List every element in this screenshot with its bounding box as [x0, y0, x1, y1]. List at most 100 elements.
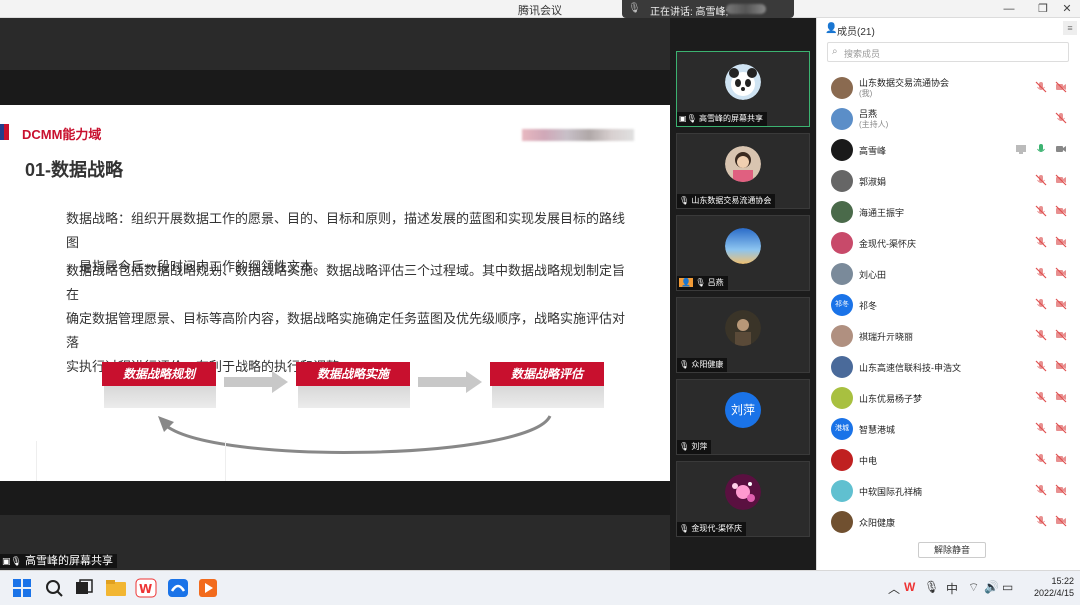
member-role: (我)	[859, 89, 873, 98]
camera-off-icon[interactable]	[1055, 329, 1067, 341]
screen-share-area[interactable]: DCMM能力域 01-数据战略 数据战略：组织开展数据工作的愿景、目的、目标和原…	[0, 18, 670, 570]
mic-muted-icon[interactable]	[1055, 112, 1067, 124]
restore-button[interactable]: ❐	[1034, 1, 1052, 17]
mic-muted-icon[interactable]	[1035, 205, 1047, 217]
tencent-meeting-icon[interactable]	[166, 577, 190, 599]
mic-muted-icon[interactable]	[1035, 484, 1047, 496]
member-row[interactable]: 港城 智慧港城	[817, 414, 1080, 444]
video-tile-caption: 👤 🎙 吕燕	[677, 276, 728, 290]
mic-on-icon[interactable]	[1035, 143, 1047, 155]
camera-off-icon[interactable]	[1055, 484, 1067, 496]
member-name: 山东数据交易流通协会	[859, 78, 950, 88]
member-row[interactable]: 海通王振宇	[817, 197, 1080, 227]
member-avatar: 祁冬	[831, 294, 853, 316]
video-column: ▣🎙 高雪峰的屏幕共享 🎙 山东数据交易流通协会 👤 🎙 吕燕 🎙 众阳健康 刘…	[670, 18, 816, 570]
mic-muted-icon[interactable]	[1035, 298, 1047, 310]
camera-off-icon[interactable]	[1055, 515, 1067, 527]
video-tile[interactable]: 👤 🎙 吕燕	[676, 215, 810, 291]
system-clock[interactable]: 15:22 2022/4/15	[1022, 575, 1074, 599]
mic-muted-icon[interactable]	[1035, 453, 1047, 465]
mic-muted-icon[interactable]	[1035, 391, 1047, 403]
mic-muted-icon[interactable]	[1035, 360, 1047, 372]
mic-muted-icon[interactable]	[1035, 81, 1047, 93]
file-explorer-icon[interactable]	[104, 577, 128, 599]
wifi-icon[interactable]: ⌔	[968, 580, 979, 595]
camera-off-icon[interactable]	[1055, 453, 1067, 465]
member-row[interactable]: 山东数据交易流通协会 (我)	[817, 73, 1080, 103]
camera-off-icon[interactable]	[1055, 205, 1067, 217]
video-tile[interactable]: 刘萍 🎙 刘萍	[676, 379, 810, 455]
camera-on-icon[interactable]	[1055, 143, 1067, 155]
battery-icon[interactable]: ▭	[1002, 580, 1013, 594]
slide-paragraph-2: 数据战略包括数据战略规划、数据战略实施、数据战略评估三个过程域。其中数据战略规划…	[66, 259, 626, 379]
mic-muted-icon[interactable]	[1035, 422, 1047, 434]
member-row[interactable]: 山东优易杨子梦	[817, 383, 1080, 413]
member-row[interactable]: 中电	[817, 445, 1080, 475]
tray-overflow-icon[interactable]: ︿	[888, 580, 900, 597]
flow-step-label: 数据战略评估	[490, 362, 604, 386]
flow-step-label: 数据战略实施	[296, 362, 410, 386]
task-view-icon[interactable]	[72, 577, 96, 599]
host-icon: 👤	[679, 278, 693, 287]
close-button[interactable]: ✕	[1058, 1, 1076, 17]
members-menu-button[interactable]: ≡	[1063, 21, 1077, 35]
unmute-button[interactable]: 解除静音	[918, 542, 986, 558]
start-icon[interactable]	[10, 577, 34, 599]
camera-off-icon[interactable]	[1055, 267, 1067, 279]
minimize-button[interactable]: —	[1000, 1, 1018, 17]
member-avatar	[831, 511, 853, 533]
camera-off-icon[interactable]	[1055, 81, 1067, 93]
child-photo-avatar	[725, 146, 761, 182]
member-row[interactable]: 祺瑞升亓晓丽	[817, 321, 1080, 351]
mic-muted-icon[interactable]	[1035, 329, 1047, 341]
video-player-icon[interactable]	[196, 577, 220, 599]
mic-muted-icon[interactable]	[1035, 236, 1047, 248]
member-row[interactable]: 金现代-渠怀庆	[817, 228, 1080, 258]
member-row[interactable]: 吕燕 (主持人)	[817, 104, 1080, 134]
video-tile[interactable]: 🎙 金现代-渠怀庆	[676, 461, 810, 537]
camera-off-icon[interactable]	[1055, 174, 1067, 186]
slide-text-line: 确定数据管理愿景、目标等高阶内容，数据战略实施确定任务蓝图及优先级顺序，战略实施…	[66, 311, 626, 350]
camera-off-icon[interactable]	[1055, 236, 1067, 248]
slide-title: 01-数据战略	[25, 160, 124, 180]
member-row[interactable]: 众阳健康	[817, 507, 1080, 537]
member-row[interactable]: 祁冬 祁冬	[817, 290, 1080, 320]
member-row[interactable]: 刘心田	[817, 259, 1080, 289]
camera-off-icon[interactable]	[1055, 360, 1067, 372]
mic-muted-icon[interactable]	[1035, 174, 1047, 186]
camera-off-icon[interactable]	[1055, 391, 1067, 403]
member-row[interactable]: 山东高速信联科技-申浩文	[817, 352, 1080, 382]
member-row[interactable]: 中软国际孔祥楠	[817, 476, 1080, 506]
member-avatar	[831, 201, 853, 223]
member-avatar	[831, 232, 853, 254]
member-row[interactable]: 郭淑娟	[817, 166, 1080, 196]
flow-step-1: 数据战略规划	[102, 362, 216, 408]
member-role: (主持人)	[859, 120, 889, 129]
wps-office-icon[interactable]: W	[134, 577, 158, 599]
microphone-tray-icon[interactable]: 🎙	[924, 580, 939, 594]
mic-muted-icon: 🎙	[679, 442, 690, 451]
shared-slide: DCMM能力域 01-数据战略 数据战略：组织开展数据工作的愿景、目的、目标和原…	[0, 105, 670, 481]
member-row[interactable]: 高雪峰	[817, 135, 1080, 165]
panda-avatar	[725, 64, 761, 100]
video-tile-caption: 🎙 金现代-渠怀庆	[677, 522, 747, 536]
windows-taskbar: W ︿ W 🎙 中 ⌔ 🔊 ▭ 15:22 2022/4/15	[0, 570, 1080, 605]
mic-muted-icon: 🎙	[679, 524, 690, 533]
member-name: 郭淑娟	[859, 177, 887, 187]
camera-off-icon[interactable]	[1055, 298, 1067, 310]
wps-tray-icon[interactable]: W	[904, 580, 915, 594]
video-tile[interactable]: ▣🎙 高雪峰的屏幕共享	[676, 51, 810, 127]
flow-arrow-icon	[418, 371, 482, 393]
mic-muted-icon[interactable]	[1035, 267, 1047, 279]
member-search-input[interactable]: ⌕ 搜索成员	[827, 42, 1069, 62]
camera-off-icon[interactable]	[1055, 422, 1067, 434]
video-tile[interactable]: 🎙 众阳健康	[676, 297, 810, 373]
members-panel: 👤 成员(21) ≡ ⌕ 搜索成员 山东数据交易流通协会 (我) 吕燕 (主持人) 高雪…	[816, 18, 1080, 570]
speaking-indicator: 🎙 正在讲话: 高雪峰;	[622, 0, 794, 18]
search-icon[interactable]	[42, 577, 66, 599]
volume-icon[interactable]: 🔊	[984, 580, 999, 594]
mic-muted-icon[interactable]	[1035, 515, 1047, 527]
dark-photo-avatar	[725, 310, 761, 346]
ime-indicator[interactable]: 中	[946, 580, 958, 597]
video-tile[interactable]: 🎙 山东数据交易流通协会	[676, 133, 810, 209]
